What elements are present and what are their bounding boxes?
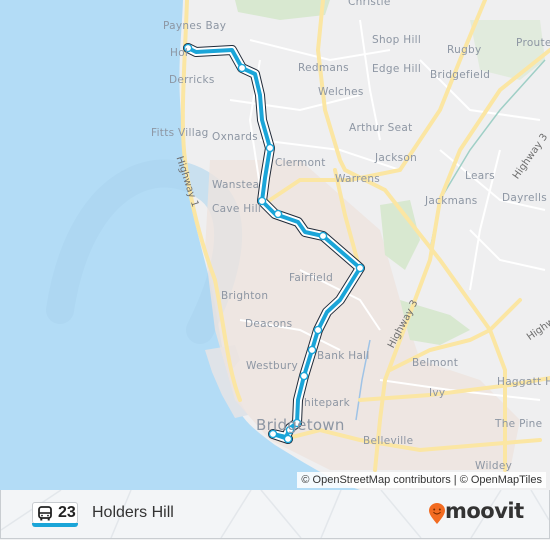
route-stop[interactable]	[318, 231, 328, 241]
place-label: Ivy	[429, 387, 446, 399]
route-stop[interactable]	[313, 325, 323, 335]
map-attribution[interactable]: © OpenStreetMap contributors | © OpenMap…	[297, 472, 546, 488]
place-label: Hol	[170, 47, 189, 59]
bus-icon	[38, 506, 52, 521]
route-stop[interactable]	[307, 345, 317, 355]
place-label: Dayrells	[502, 192, 547, 204]
route-footer: 23 Holders Hill moovit	[0, 490, 550, 539]
place-label: Christie	[348, 0, 391, 8]
place-label: Bridgetown	[256, 416, 345, 434]
route-stop[interactable]	[299, 371, 309, 381]
route-color-bar	[32, 523, 78, 527]
place-label: Arthur Seat	[349, 122, 413, 134]
place-label: Wildey	[475, 460, 513, 472]
place-label: Jackson	[375, 152, 418, 164]
place-label: Haggatt H	[497, 376, 550, 388]
place-label: Shop Hill	[372, 34, 422, 46]
place-label: Paynes Bay	[163, 20, 227, 32]
place-label: Lears	[465, 170, 495, 182]
place-label: Edge Hill	[372, 63, 422, 75]
place-label: Welches	[318, 86, 364, 98]
route-number: 23	[58, 504, 76, 521]
route-stop[interactable]	[355, 263, 365, 273]
place-label: Redmans	[298, 62, 349, 74]
route-stop[interactable]	[237, 63, 247, 73]
place-label: Westbury	[246, 360, 299, 372]
place-label: Belleville	[363, 435, 414, 447]
route-stop[interactable]	[265, 143, 275, 153]
place-label: Oxnards	[212, 131, 258, 143]
place-label: Wanstea	[212, 179, 260, 191]
route-stop[interactable]	[273, 209, 283, 219]
place-label: Bank Hall	[317, 350, 370, 362]
place-label: Fairfield	[289, 272, 334, 284]
place-label: hitepark	[304, 397, 351, 409]
moovit-wordmark: moovit	[445, 499, 524, 523]
route-stop[interactable]	[283, 434, 293, 444]
route-badge[interactable]: 23	[32, 502, 78, 527]
moovit-pin-icon	[429, 503, 445, 524]
place-label: Bridgefield	[430, 69, 491, 81]
place-label: Clermont	[275, 157, 326, 169]
place-label: Proute	[516, 37, 550, 49]
place-label: The Pine	[495, 418, 543, 430]
place-label: Warrens	[335, 173, 381, 185]
route-destination: Holders Hill	[92, 504, 174, 521]
place-label: Brighton	[221, 290, 269, 302]
map-view[interactable]: Christie Paynes Bay Shop Hill Rugby Prou…	[0, 0, 550, 490]
place-label: Belmont	[412, 357, 459, 369]
place-label: Deacons	[245, 318, 293, 330]
place-label: Derricks	[169, 74, 215, 86]
place-label: Rugby	[447, 44, 482, 56]
place-label: Cave Hill	[212, 203, 262, 215]
place-label: Jackmans	[425, 195, 478, 207]
place-label: Fitts Villag	[151, 127, 209, 139]
